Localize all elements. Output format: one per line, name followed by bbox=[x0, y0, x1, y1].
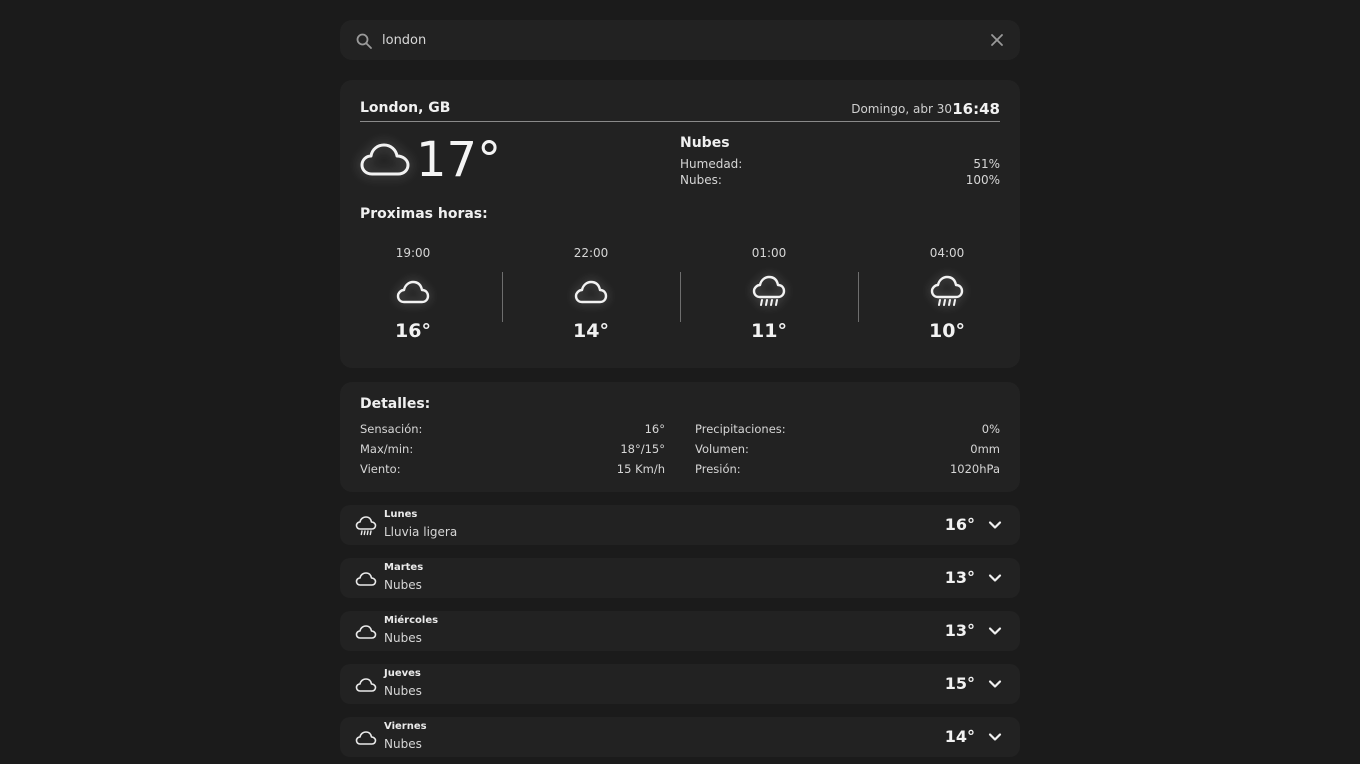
chevron-down-icon[interactable] bbox=[988, 624, 1002, 638]
cloud-icon bbox=[355, 572, 377, 586]
date-label: Domingo, abr 30 bbox=[851, 102, 952, 116]
detail-value: 1020hPa bbox=[949, 462, 1000, 476]
humidity-value: 51% bbox=[973, 157, 1000, 171]
day-name: Jueves bbox=[384, 668, 421, 679]
detail-value: 0% bbox=[981, 422, 1000, 436]
detail-value: 15 Km/h bbox=[616, 462, 665, 476]
hour-time: 04:00 bbox=[929, 246, 965, 260]
details-title: Detalles: bbox=[360, 396, 431, 412]
detail-value: 0mm bbox=[970, 442, 1000, 456]
cloud-icon bbox=[355, 625, 377, 639]
forecast-day-row[interactable]: Viernes Nubes 14° bbox=[340, 717, 1020, 757]
cloud-icon bbox=[574, 280, 608, 304]
condition-title: Nubes bbox=[680, 135, 730, 151]
detail-row: Viento: 15 Km/h bbox=[360, 462, 665, 478]
day-name: Miércoles bbox=[384, 615, 439, 626]
detail-row: Presión: 1020hPa bbox=[695, 462, 1000, 478]
current-weather-card: London, GB Domingo, abr 30 16:48 17° Nub… bbox=[340, 80, 1020, 368]
hour-temp: 14° bbox=[573, 320, 609, 342]
detail-row: Max/min: 18°/15° bbox=[360, 442, 665, 458]
forecast-day-row[interactable]: Lunes Lluvia ligera 16° bbox=[340, 505, 1020, 545]
hour-temp: 10° bbox=[929, 320, 965, 342]
detail-label: Volumen: bbox=[695, 442, 749, 456]
detail-value: 16° bbox=[644, 422, 665, 436]
hour-time: 01:00 bbox=[751, 246, 787, 260]
clouds-row: Nubes: 100% bbox=[680, 173, 1000, 189]
day-name: Lunes bbox=[384, 509, 418, 520]
detail-label: Viento: bbox=[360, 462, 401, 476]
time-label: 16:48 bbox=[952, 100, 1000, 118]
detail-label: Max/min: bbox=[360, 442, 414, 456]
cloud-icon bbox=[360, 143, 410, 176]
detail-label: Precipitaciones: bbox=[695, 422, 786, 436]
detail-label: Presión: bbox=[695, 462, 741, 476]
rain-icon bbox=[752, 275, 786, 306]
chevron-down-icon[interactable] bbox=[988, 571, 1002, 585]
day-description: Nubes bbox=[384, 578, 422, 592]
city-name: London, GB bbox=[360, 100, 451, 116]
day-temp: 15° bbox=[944, 674, 975, 693]
hourly-item: 01:00 11° bbox=[680, 246, 858, 346]
forecast-day-row[interactable]: Miércoles Nubes 13° bbox=[340, 611, 1020, 651]
day-temp: 13° bbox=[944, 568, 975, 587]
day-description: Nubes bbox=[384, 631, 422, 645]
details-card: Detalles: Sensación: 16° Max/min: 18°/15… bbox=[340, 382, 1020, 492]
detail-label: Sensación: bbox=[360, 422, 423, 436]
day-description: Lluvia ligera bbox=[384, 525, 458, 539]
day-temp: 16° bbox=[944, 515, 975, 534]
location-header: London, GB Domingo, abr 30 16:48 bbox=[360, 100, 1000, 122]
cloud-icon bbox=[355, 731, 377, 745]
day-temp: 14° bbox=[944, 727, 975, 746]
detail-row: Precipitaciones: 0% bbox=[695, 422, 1000, 438]
search-icon bbox=[356, 33, 372, 49]
chevron-down-icon[interactable] bbox=[988, 677, 1002, 691]
detail-row: Sensación: 16° bbox=[360, 422, 665, 438]
hourly-title: Proximas horas: bbox=[360, 206, 488, 222]
clouds-label: Nubes: bbox=[680, 173, 722, 187]
hour-temp: 11° bbox=[751, 320, 787, 342]
day-temp: 13° bbox=[944, 621, 975, 640]
current-temperature: 17° bbox=[416, 132, 502, 188]
rain-icon bbox=[355, 516, 377, 536]
chevron-down-icon[interactable] bbox=[988, 730, 1002, 744]
search-bar bbox=[340, 20, 1020, 60]
clouds-value: 100% bbox=[965, 173, 1000, 187]
hourly-item: 19:00 16° bbox=[324, 246, 502, 346]
humidity-label: Humedad: bbox=[680, 157, 743, 171]
hourly-item: 04:00 10° bbox=[858, 246, 1036, 346]
chevron-down-icon[interactable] bbox=[988, 518, 1002, 532]
rain-icon bbox=[930, 275, 964, 306]
forecast-day-row[interactable]: Jueves Nubes 15° bbox=[340, 664, 1020, 704]
close-icon[interactable] bbox=[989, 32, 1005, 48]
cloud-icon bbox=[396, 280, 430, 304]
day-name: Viernes bbox=[384, 721, 427, 732]
day-name: Martes bbox=[384, 562, 424, 573]
detail-value: 18°/15° bbox=[620, 442, 665, 456]
hour-time: 22:00 bbox=[573, 246, 609, 260]
day-description: Nubes bbox=[384, 684, 422, 698]
hour-temp: 16° bbox=[395, 320, 431, 342]
hour-time: 19:00 bbox=[395, 246, 431, 260]
day-description: Nubes bbox=[384, 737, 422, 751]
hourly-item: 22:00 14° bbox=[502, 246, 680, 346]
detail-row: Volumen: 0mm bbox=[695, 442, 1000, 458]
cloud-icon bbox=[355, 678, 377, 692]
search-input[interactable] bbox=[382, 28, 962, 52]
humidity-row: Humedad: 51% bbox=[680, 157, 1000, 173]
forecast-day-row[interactable]: Martes Nubes 13° bbox=[340, 558, 1020, 598]
